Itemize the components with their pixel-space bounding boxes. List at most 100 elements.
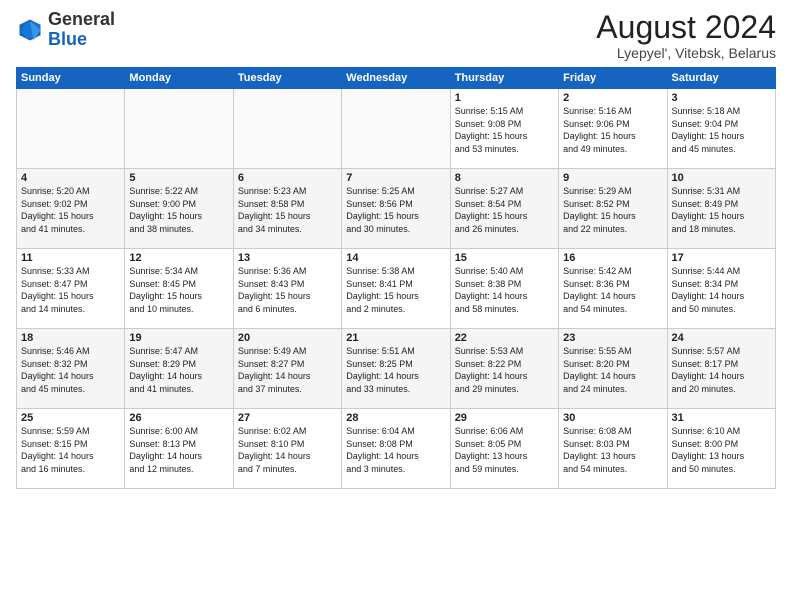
- calendar-day-cell: 21Sunrise: 5:51 AM Sunset: 8:25 PM Dayli…: [342, 329, 450, 409]
- weekday-header-cell: Monday: [125, 68, 233, 89]
- day-number: 27: [238, 412, 337, 424]
- day-number: 23: [563, 332, 662, 344]
- day-number: 22: [455, 332, 554, 344]
- day-number: 1: [455, 92, 554, 104]
- calendar-day-cell: 24Sunrise: 5:57 AM Sunset: 8:17 PM Dayli…: [667, 329, 775, 409]
- day-info: Sunrise: 5:44 AM Sunset: 8:34 PM Dayligh…: [672, 265, 771, 315]
- day-number: 29: [455, 412, 554, 424]
- day-info: Sunrise: 5:20 AM Sunset: 9:02 PM Dayligh…: [21, 185, 120, 235]
- day-info: Sunrise: 6:06 AM Sunset: 8:05 PM Dayligh…: [455, 425, 554, 475]
- calendar-day-cell: 16Sunrise: 5:42 AM Sunset: 8:36 PM Dayli…: [559, 249, 667, 329]
- day-number: 30: [563, 412, 662, 424]
- location: Lyepyel', Vitebsk, Belarus: [596, 45, 776, 61]
- day-info: Sunrise: 5:27 AM Sunset: 8:54 PM Dayligh…: [455, 185, 554, 235]
- logo-blue: Blue: [48, 29, 87, 49]
- calendar-week-row: 11Sunrise: 5:33 AM Sunset: 8:47 PM Dayli…: [17, 249, 776, 329]
- day-info: Sunrise: 6:10 AM Sunset: 8:00 PM Dayligh…: [672, 425, 771, 475]
- day-info: Sunrise: 5:49 AM Sunset: 8:27 PM Dayligh…: [238, 345, 337, 395]
- day-info: Sunrise: 5:33 AM Sunset: 8:47 PM Dayligh…: [21, 265, 120, 315]
- day-number: 16: [563, 252, 662, 264]
- calendar-day-cell: 28Sunrise: 6:04 AM Sunset: 8:08 PM Dayli…: [342, 409, 450, 489]
- day-info: Sunrise: 5:59 AM Sunset: 8:15 PM Dayligh…: [21, 425, 120, 475]
- day-number: 13: [238, 252, 337, 264]
- calendar-day-cell: [233, 89, 341, 169]
- header: General Blue August 2024 Lyepyel', Viteb…: [16, 10, 776, 61]
- weekday-header-cell: Tuesday: [233, 68, 341, 89]
- weekday-header-cell: Wednesday: [342, 68, 450, 89]
- calendar-day-cell: 1Sunrise: 5:15 AM Sunset: 9:08 PM Daylig…: [450, 89, 558, 169]
- calendar-day-cell: 25Sunrise: 5:59 AM Sunset: 8:15 PM Dayli…: [17, 409, 125, 489]
- logo-area: General Blue: [16, 10, 115, 50]
- day-info: Sunrise: 5:18 AM Sunset: 9:04 PM Dayligh…: [672, 105, 771, 155]
- day-info: Sunrise: 5:38 AM Sunset: 8:41 PM Dayligh…: [346, 265, 445, 315]
- calendar-day-cell: 2Sunrise: 5:16 AM Sunset: 9:06 PM Daylig…: [559, 89, 667, 169]
- calendar-day-cell: 23Sunrise: 5:55 AM Sunset: 8:20 PM Dayli…: [559, 329, 667, 409]
- calendar-day-cell: 27Sunrise: 6:02 AM Sunset: 8:10 PM Dayli…: [233, 409, 341, 489]
- day-number: 20: [238, 332, 337, 344]
- calendar-page: General Blue August 2024 Lyepyel', Viteb…: [0, 0, 792, 612]
- calendar-day-cell: 14Sunrise: 5:38 AM Sunset: 8:41 PM Dayli…: [342, 249, 450, 329]
- day-info: Sunrise: 5:25 AM Sunset: 8:56 PM Dayligh…: [346, 185, 445, 235]
- day-info: Sunrise: 5:57 AM Sunset: 8:17 PM Dayligh…: [672, 345, 771, 395]
- day-info: Sunrise: 5:34 AM Sunset: 8:45 PM Dayligh…: [129, 265, 228, 315]
- day-info: Sunrise: 5:55 AM Sunset: 8:20 PM Dayligh…: [563, 345, 662, 395]
- calendar-week-row: 1Sunrise: 5:15 AM Sunset: 9:08 PM Daylig…: [17, 89, 776, 169]
- calendar-day-cell: 3Sunrise: 5:18 AM Sunset: 9:04 PM Daylig…: [667, 89, 775, 169]
- calendar-day-cell: 5Sunrise: 5:22 AM Sunset: 9:00 PM Daylig…: [125, 169, 233, 249]
- calendar-week-row: 25Sunrise: 5:59 AM Sunset: 8:15 PM Dayli…: [17, 409, 776, 489]
- day-number: 25: [21, 412, 120, 424]
- day-number: 26: [129, 412, 228, 424]
- day-number: 31: [672, 412, 771, 424]
- calendar-day-cell: 13Sunrise: 5:36 AM Sunset: 8:43 PM Dayli…: [233, 249, 341, 329]
- day-number: 14: [346, 252, 445, 264]
- month-year: August 2024: [596, 10, 776, 45]
- day-info: Sunrise: 5:42 AM Sunset: 8:36 PM Dayligh…: [563, 265, 662, 315]
- calendar-day-cell: [342, 89, 450, 169]
- logo-text: General Blue: [48, 10, 115, 50]
- calendar-day-cell: 7Sunrise: 5:25 AM Sunset: 8:56 PM Daylig…: [342, 169, 450, 249]
- day-info: Sunrise: 5:29 AM Sunset: 8:52 PM Dayligh…: [563, 185, 662, 235]
- day-number: 8: [455, 172, 554, 184]
- calendar-week-row: 18Sunrise: 5:46 AM Sunset: 8:32 PM Dayli…: [17, 329, 776, 409]
- day-info: Sunrise: 5:53 AM Sunset: 8:22 PM Dayligh…: [455, 345, 554, 395]
- day-number: 9: [563, 172, 662, 184]
- calendar-day-cell: 6Sunrise: 5:23 AM Sunset: 8:58 PM Daylig…: [233, 169, 341, 249]
- weekday-header-cell: Thursday: [450, 68, 558, 89]
- day-info: Sunrise: 5:31 AM Sunset: 8:49 PM Dayligh…: [672, 185, 771, 235]
- calendar-day-cell: 31Sunrise: 6:10 AM Sunset: 8:00 PM Dayli…: [667, 409, 775, 489]
- day-info: Sunrise: 5:23 AM Sunset: 8:58 PM Dayligh…: [238, 185, 337, 235]
- day-number: 18: [21, 332, 120, 344]
- day-info: Sunrise: 5:22 AM Sunset: 9:00 PM Dayligh…: [129, 185, 228, 235]
- day-number: 12: [129, 252, 228, 264]
- calendar-day-cell: 9Sunrise: 5:29 AM Sunset: 8:52 PM Daylig…: [559, 169, 667, 249]
- day-number: 7: [346, 172, 445, 184]
- calendar-day-cell: [17, 89, 125, 169]
- day-number: 24: [672, 332, 771, 344]
- calendar-day-cell: 19Sunrise: 5:47 AM Sunset: 8:29 PM Dayli…: [125, 329, 233, 409]
- weekday-header-cell: Saturday: [667, 68, 775, 89]
- day-number: 28: [346, 412, 445, 424]
- day-number: 15: [455, 252, 554, 264]
- calendar-day-cell: 26Sunrise: 6:00 AM Sunset: 8:13 PM Dayli…: [125, 409, 233, 489]
- day-info: Sunrise: 5:47 AM Sunset: 8:29 PM Dayligh…: [129, 345, 228, 395]
- calendar-day-cell: 29Sunrise: 6:06 AM Sunset: 8:05 PM Dayli…: [450, 409, 558, 489]
- day-number: 17: [672, 252, 771, 264]
- day-number: 10: [672, 172, 771, 184]
- title-area: August 2024 Lyepyel', Vitebsk, Belarus: [596, 10, 776, 61]
- logo-icon: [16, 16, 44, 44]
- day-number: 21: [346, 332, 445, 344]
- day-info: Sunrise: 6:02 AM Sunset: 8:10 PM Dayligh…: [238, 425, 337, 475]
- day-info: Sunrise: 5:51 AM Sunset: 8:25 PM Dayligh…: [346, 345, 445, 395]
- day-info: Sunrise: 6:04 AM Sunset: 8:08 PM Dayligh…: [346, 425, 445, 475]
- weekday-header-cell: Friday: [559, 68, 667, 89]
- calendar-day-cell: 4Sunrise: 5:20 AM Sunset: 9:02 PM Daylig…: [17, 169, 125, 249]
- logo-general: General: [48, 9, 115, 29]
- day-number: 4: [21, 172, 120, 184]
- calendar-day-cell: 12Sunrise: 5:34 AM Sunset: 8:45 PM Dayli…: [125, 249, 233, 329]
- day-info: Sunrise: 5:40 AM Sunset: 8:38 PM Dayligh…: [455, 265, 554, 315]
- calendar-table: SundayMondayTuesdayWednesdayThursdayFrid…: [16, 67, 776, 489]
- calendar-day-cell: 8Sunrise: 5:27 AM Sunset: 8:54 PM Daylig…: [450, 169, 558, 249]
- calendar-day-cell: 10Sunrise: 5:31 AM Sunset: 8:49 PM Dayli…: [667, 169, 775, 249]
- calendar-day-cell: 15Sunrise: 5:40 AM Sunset: 8:38 PM Dayli…: [450, 249, 558, 329]
- day-info: Sunrise: 5:36 AM Sunset: 8:43 PM Dayligh…: [238, 265, 337, 315]
